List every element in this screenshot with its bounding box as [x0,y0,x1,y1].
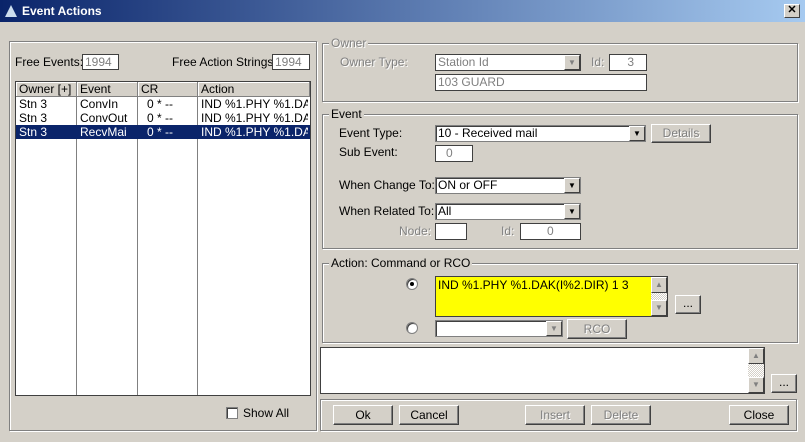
cell-event: ConvIn [80,97,119,111]
chevron-down-icon: ▼ [564,178,580,193]
column-header-action[interactable]: Action [198,82,310,97]
when-change-to-value: ON or OFF [438,178,498,192]
chevron-down-icon: ▼ [564,204,580,219]
related-id-field[interactable]: 0 [520,223,581,240]
event-legend: Event [329,107,364,121]
delete-button[interactable]: Delete [591,405,651,425]
close-window-button[interactable]: ✕ [784,4,800,18]
command-radio[interactable] [406,278,418,290]
cell-owner: Stn 3 [19,97,48,111]
event-type-label: Event Type: [339,126,403,140]
owner-id-label: Id: [591,55,605,69]
show-all-label: Show All [243,406,290,420]
cell-owner: Stn 3 [19,111,48,125]
list-row[interactable]: Stn 3 ConvOut 0 * -- IND %1.PHY %1.DAK(I%2.… [16,111,310,125]
when-related-to-value: All [438,204,452,218]
free-events-label: Free Events: [15,55,84,69]
chevron-down-icon: ▼ [564,55,580,70]
free-action-strings-field: 1994 [272,54,310,70]
chevron-down-icon: ▼ [546,321,562,336]
chevron-down-icon: ▼ [629,126,645,141]
owner-group: Owner [322,36,798,102]
scroll-up-icon[interactable]: ▲ [651,277,667,293]
message-textarea[interactable]: ▲ ▼ [320,347,765,394]
close-button[interactable]: Close [729,405,789,425]
when-related-to-label: When Related To: [339,204,435,218]
title-bar: Event Actions [0,0,805,22]
rco-button[interactable]: RCO [567,319,627,339]
free-events-field: 1994 [82,54,119,70]
window-title: Event Actions [22,4,102,18]
scroll-up-icon[interactable]: ▲ [748,348,764,364]
owner-id-field: 3 [609,54,647,71]
scroll-down-icon[interactable]: ▼ [651,300,667,316]
cell-event: ConvOut [80,111,128,125]
owner-name-field: 103 GUARD [435,74,647,91]
column-header-event[interactable]: Event [77,82,138,97]
cancel-button[interactable]: Cancel [399,405,459,425]
rco-radio[interactable] [406,322,418,334]
scrollbar[interactable]: ▲ ▼ [748,348,764,393]
cell-cr: 0 * -- [147,97,174,111]
message-browse-button[interactable]: ... [771,374,797,393]
events-list[interactable]: Owner [+] Event CR Action Stn 3 ConvIn 0 *… [15,81,311,396]
scrollbar[interactable]: ▲ ▼ [651,277,667,316]
when-change-to-select[interactable]: ON or OFF ▼ [435,177,581,194]
show-all-checkbox[interactable] [226,407,238,419]
sub-event-field[interactable]: 0 [435,145,473,162]
owner-type-value: Station Id [438,55,489,69]
event-type-select[interactable]: 10 - Received mail ▼ [435,125,646,142]
cell-cr: 0 * -- [147,125,174,139]
column-header-cr[interactable]: CR [138,82,198,97]
owner-legend: Owner [329,36,369,50]
free-action-strings-label: Free Action Strings: [172,55,277,69]
scroll-down-icon[interactable]: ▼ [748,377,764,393]
cell-event: RecvMai [80,125,127,139]
column-header-owner[interactable]: Owner [+] [16,82,77,97]
cell-action: IND %1.PHY %1.DAK(I%2.DIR) 1 3 [201,111,308,125]
cell-action: IND %1.PHY %1.DAK(I%2.DIR) 1 3 [201,97,308,111]
node-label: Node: [399,224,432,238]
owner-type-label: Owner Type: [340,55,408,69]
rco-select[interactable]: ▼ [435,320,563,337]
list-row[interactable]: Stn 3 ConvIn 0 * -- IND %1.PHY %1.DAK(I%2.D… [16,97,310,111]
list-row-selected[interactable]: Stn 3 RecvMai 0 * -- IND %1.PHY %1.DAK(I%2.… [16,125,310,139]
command-textarea[interactable]: IND %1.PHY %1.DAK(I%2.DIR) 1 3 ▲ ▼ [435,276,668,317]
cell-cr: 0 * -- [147,111,174,125]
command-text: IND %1.PHY %1.DAK(I%2.DIR) 1 3 [438,278,629,292]
action-legend: Action: Command or RCO [329,256,473,270]
cell-owner: Stn 3 [19,125,48,139]
node-field[interactable] [435,223,467,240]
details-button[interactable]: Details [651,124,711,143]
when-change-to-label: When Change To: [339,178,435,192]
ok-button[interactable]: Ok [333,405,393,425]
app-icon [5,5,17,17]
insert-button[interactable]: Insert [525,405,585,425]
sub-event-label: Sub Event: [339,145,398,159]
cell-action: IND %1.PHY %1.DAK(I%2.DIR) 1 3 [201,125,308,139]
related-id-label: Id: [501,224,515,238]
command-browse-button[interactable]: ... [675,295,701,314]
event-type-value: 10 - Received mail [438,126,538,140]
owner-type-select[interactable]: Station Id ▼ [435,54,581,71]
when-related-to-select[interactable]: All ▼ [435,203,581,220]
